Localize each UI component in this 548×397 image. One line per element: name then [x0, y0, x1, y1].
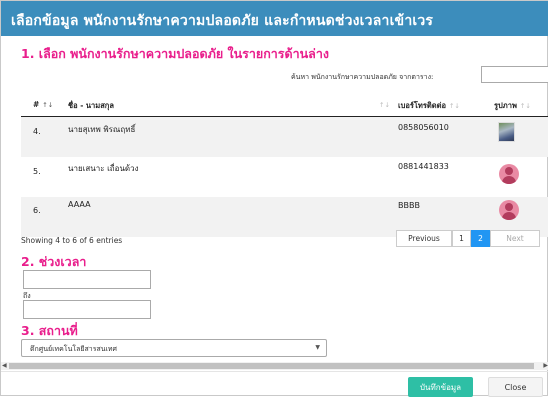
modal-body[interactable]: 1. เลือก พนักงานรักษาความปลอดภัย ในรายกา… — [1, 36, 548, 371]
modal-dialog: เลือกข้อมูล พนักงานรักษาความปลอดภัย และก… — [0, 0, 548, 397]
scroll-left-arrow-icon[interactable]: ◀ — [2, 362, 7, 369]
pagination-previous[interactable]: Previous — [396, 230, 452, 247]
pagination-next[interactable]: Next — [490, 230, 540, 247]
col-header-phone[interactable]: เบอร์โทรติดต่อ ↑↓ — [398, 100, 460, 112]
pagination-page-1[interactable]: 1 — [452, 230, 471, 247]
horizontal-scrollbar[interactable]: ◀ ▶ — [1, 362, 548, 370]
scroll-right-arrow-icon[interactable]: ▶ — [543, 362, 548, 369]
sort-name-icon[interactable]: ↑↓ — [379, 101, 390, 109]
col-header-photo[interactable]: รูปภาพ ↑↓ — [494, 100, 531, 112]
user-avatar-icon — [499, 200, 519, 220]
user-avatar-icon — [499, 164, 519, 184]
row-name: นายสุเทพ พิรณฤทธิ์ — [68, 125, 136, 134]
search-input[interactable] — [481, 66, 548, 83]
end-time-input[interactable] — [23, 300, 151, 319]
location-select-value: ตึกศูนย์เทคโนโลยีสารสนเทศ — [30, 345, 117, 353]
scrollbar-thumb[interactable] — [9, 363, 534, 369]
col-header-number[interactable]: # ↑↓ — [33, 100, 53, 109]
col-header-name[interactable]: ชื่อ - นามสกุล — [68, 100, 114, 112]
row-phone: BBBB — [398, 201, 420, 210]
table-row[interactable]: 4. นายสุเทพ พิรณฤทธิ์ 0858056010 — [21, 117, 548, 157]
save-button[interactable]: บันทึกข้อมูล — [408, 377, 473, 397]
modal-header: เลือกข้อมูล พนักงานรักษาความปลอดภัย และก… — [1, 1, 548, 36]
table-row[interactable]: 5. นายเสนาะ เถื่อนด้วง 0881441833 — [21, 157, 548, 197]
search-label: ค้นหา พนักงานรักษาความปลอดภัย จากตาราง: — [291, 73, 434, 81]
table-info: Showing 4 to 6 of 6 entries — [21, 236, 123, 245]
row-name: นายเสนาะ เถื่อนด้วง — [68, 164, 139, 173]
row-phone: 0858056010 — [398, 123, 449, 132]
pagination-page-2[interactable]: 2 — [471, 230, 490, 247]
row-phone: 0881441833 — [398, 162, 449, 171]
row-number: 5. — [33, 167, 41, 176]
section2-title: 2. ช่วงเวลา — [21, 254, 87, 269]
row-number: 4. — [33, 127, 41, 136]
section1-title: 1. เลือก พนักงานรักษาความปลอดภัย ในรายกา… — [21, 46, 329, 61]
avatar-photo — [498, 122, 515, 142]
row-number: 6. — [33, 206, 41, 215]
start-time-input[interactable] — [23, 270, 151, 289]
modal-title: เลือกข้อมูล พนักงานรักษาความปลอดภัย และก… — [11, 13, 434, 29]
row-name: AAAA — [68, 200, 91, 209]
modal-footer: บันทึกข้อมูล Close — [1, 371, 548, 397]
section3-title: 3. สถานที่ — [21, 323, 78, 338]
chevron-down-icon: ▼ — [315, 344, 320, 351]
location-select[interactable]: ตึกศูนย์เทคโนโลยีสารสนเทศ ▼ — [21, 339, 327, 357]
close-button[interactable]: Close — [488, 377, 543, 397]
table-header: # ↑↓ ชื่อ - นามสกุล ↑↓ เบอร์โทรติดต่อ ↑↓ ร… — [21, 96, 548, 116]
